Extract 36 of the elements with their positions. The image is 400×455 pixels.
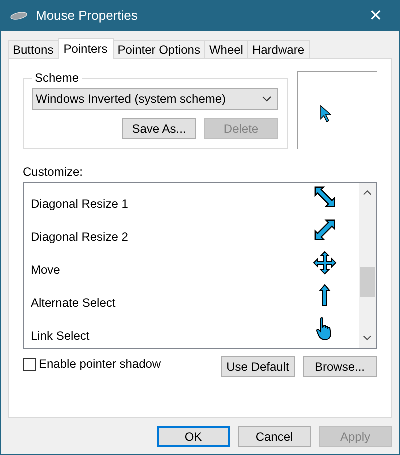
- dialog-button[interactable]: Cancel: [238, 426, 311, 447]
- list-button[interactable]: Use Default: [221, 356, 295, 377]
- pointer-row[interactable]: Move: [24, 249, 359, 282]
- mouse-icon: [10, 10, 28, 20]
- pointer-name: Alternate Select: [31, 294, 117, 310]
- list-label: Customize:: [23, 165, 84, 179]
- scroll-up-icon[interactable]: [363, 190, 372, 196]
- close-button[interactable]: ✕: [353, 0, 399, 31]
- move-icon: [313, 250, 337, 274]
- pointer-row[interactable]: Diagonal Resize 1: [24, 183, 359, 216]
- pointer-name: Move: [31, 262, 62, 276]
- pointer-name: Diagonal Resize 1: [31, 196, 130, 210]
- tab[interactable]: Buttons: [8, 40, 59, 58]
- dialog-button[interactable]: OK: [157, 426, 230, 447]
- pointer-row[interactable]: Diagonal Resize 2: [24, 216, 359, 249]
- chevron-down-icon: [262, 96, 272, 102]
- scrollbar[interactable]: [359, 183, 376, 348]
- diagonal-resize-icon: [313, 218, 337, 242]
- group-label: Scheme: [34, 71, 80, 85]
- checkbox[interactable]: [23, 358, 36, 370]
- tab[interactable]: Pointer Options: [112, 40, 206, 58]
- scroll-down-icon[interactable]: [363, 335, 372, 341]
- pointer-row[interactable]: Alternate Select: [24, 282, 359, 315]
- pointer-name: Link Select: [31, 328, 91, 342]
- tab[interactable]: Pointers: [58, 38, 114, 59]
- scheme-dropdown[interactable]: Windows Inverted (system scheme): [32, 88, 278, 110]
- tab[interactable]: Hardware: [247, 40, 310, 58]
- arrow-pointer-icon: [320, 104, 332, 122]
- scheme-button[interactable]: Save As...: [122, 118, 196, 139]
- list-button[interactable]: Browse...: [303, 356, 377, 377]
- pointer-name: Diagonal Resize 2: [31, 228, 130, 244]
- diagonal-resize-icon: [313, 184, 337, 208]
- scroll-thumb[interactable]: [360, 267, 375, 297]
- checkbox-label: Enable pointer shadow: [39, 357, 162, 371]
- pointer-row[interactable]: Link Select: [24, 315, 359, 348]
- window-title: Mouse Properties: [36, 8, 138, 23]
